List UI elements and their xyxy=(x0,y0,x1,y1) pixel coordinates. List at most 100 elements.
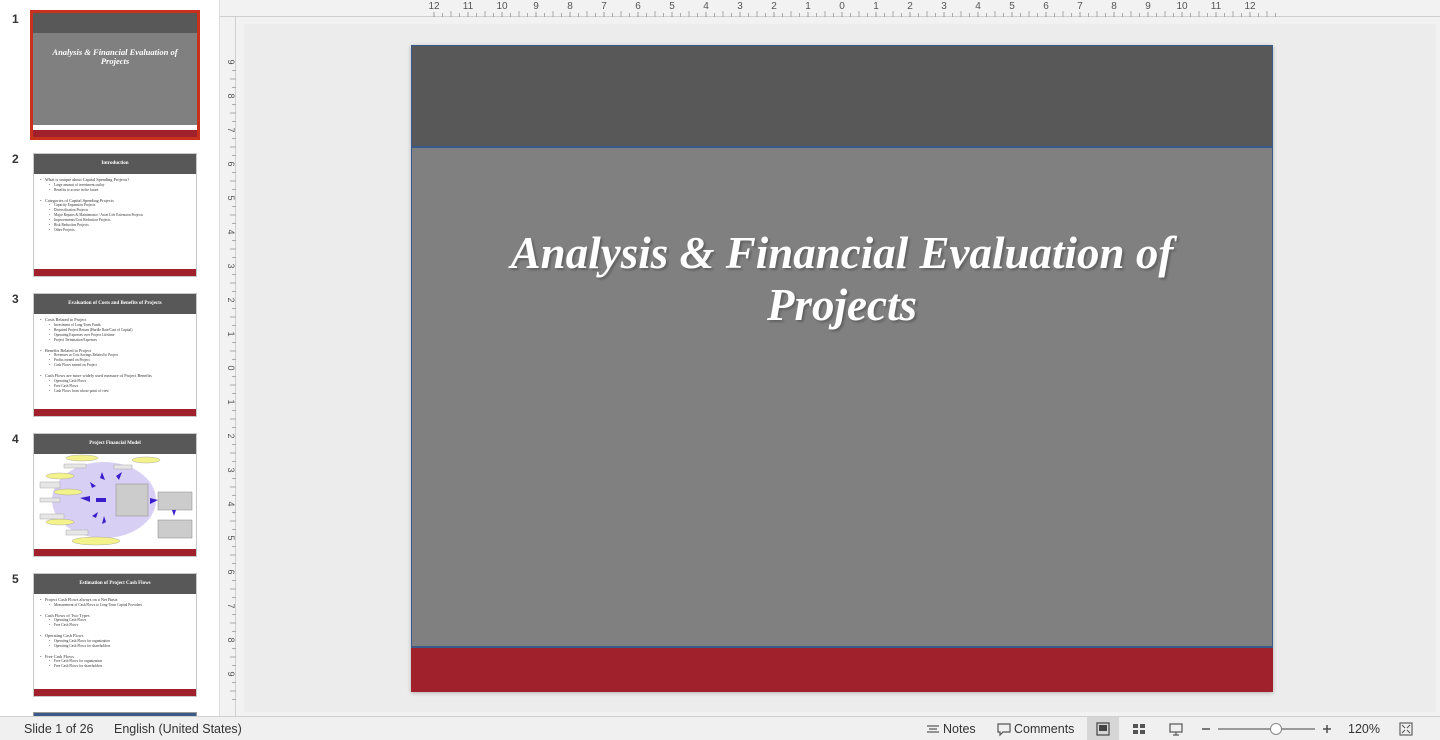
presenter-view-icon xyxy=(1169,723,1183,736)
ruler-label: 9 xyxy=(226,671,236,676)
slide-thumbnail-5[interactable]: Estimation of Project Cash Flows Project… xyxy=(33,573,197,697)
thumbnail-footer-band xyxy=(34,409,196,416)
comments-button[interactable]: Comments xyxy=(996,717,1078,740)
sub-bullet-item: Cash Flows earned on Project xyxy=(39,363,192,368)
normal-view-icon xyxy=(1096,722,1110,736)
ruler-label: 0 xyxy=(226,365,236,370)
thumbnail-footer-band xyxy=(34,549,196,556)
thumbnail-footer-band xyxy=(34,689,196,696)
sub-bullet-item: Measurement of Cash Flows to Long-Term C… xyxy=(39,603,192,608)
ruler-label: 10 xyxy=(496,1,508,12)
ruler-label: 4 xyxy=(226,501,236,506)
ruler-label: 1 xyxy=(226,331,236,336)
slide-thumbnail-4[interactable]: Project Financial Model xyxy=(33,433,197,557)
fit-to-window-icon[interactable] xyxy=(1398,721,1414,737)
slide-footer-band xyxy=(411,648,1273,692)
sub-bullet-item: Cash Flows from whose point of view xyxy=(39,389,192,394)
status-bar: Slide 1 of 26 English (United States) No… xyxy=(0,716,1440,740)
current-slide[interactable]: Analysis & Financial Evaluation of Proje… xyxy=(411,45,1273,692)
ruler-label: 8 xyxy=(226,93,236,98)
zoom-out-icon[interactable] xyxy=(1198,721,1214,737)
presenter-view-button[interactable] xyxy=(1164,717,1188,740)
ruler-label: 5 xyxy=(1009,1,1015,12)
ruler-label: 7 xyxy=(1077,1,1083,12)
slide-sorter-icon xyxy=(1133,724,1145,734)
ruler-label: 2 xyxy=(907,1,913,12)
slide-title-line-1: Analysis & Financial Evaluation of xyxy=(510,228,1174,278)
ruler-label: 5 xyxy=(226,535,236,540)
ruler-label: 5 xyxy=(226,195,236,200)
ruler-label: 3 xyxy=(941,1,947,12)
ruler-label: 0 xyxy=(839,1,845,12)
financial-model-diagram-picture xyxy=(39,454,193,546)
sub-bullet-item: Project Termination Expenses xyxy=(39,338,192,343)
thumbnail-footer-band xyxy=(33,130,197,137)
slide-thumbnail-3[interactable]: Evaluation of Costs and Benefits of Proj… xyxy=(33,293,197,417)
thumbnail-bullets: Project Cash Flows always on a Net Basis… xyxy=(39,597,192,669)
ruler-label: 11 xyxy=(1211,1,1222,12)
ruler-label: 2 xyxy=(226,433,236,438)
ruler-label: 5 xyxy=(669,1,675,12)
slide-counter: Slide 1 of 26 xyxy=(24,722,94,736)
slide-sorter-button[interactable] xyxy=(1127,717,1151,740)
sub-bullet-item: Operating Cash Flows for shareholders xyxy=(39,644,192,649)
ruler-label: 9 xyxy=(226,59,236,64)
ruler-label: 8 xyxy=(567,1,573,12)
horizontal-ruler[interactable]: 12 11 10 9 8 7 6 5 4 3 2 1 0 1 2 3 4 5 6 7 8 9 10 11 12 xyxy=(244,0,1440,17)
ruler-label: 3 xyxy=(226,263,236,268)
ruler-label: 6 xyxy=(635,1,641,12)
ruler-label: 7 xyxy=(601,1,607,12)
ruler-label: 8 xyxy=(226,637,236,642)
ruler-label: 1 xyxy=(226,399,236,404)
ruler-label: 10 xyxy=(1176,1,1188,12)
thumbnail-number: 3 xyxy=(12,292,19,306)
zoom-slider-track[interactable] xyxy=(1218,728,1315,730)
slide-thumbnail-2[interactable]: Introduction What is unique about Capita… xyxy=(33,153,197,277)
thumbnail-title: Project Financial Model xyxy=(34,434,196,454)
comments-label: Comments xyxy=(1014,722,1075,736)
ruler-label: 6 xyxy=(1043,1,1049,12)
ruler-label: 2 xyxy=(226,297,236,302)
thumbnail-title: Estimation of Project Cash Flows xyxy=(34,574,196,594)
ruler-label: 12 xyxy=(428,1,440,12)
ruler-label: 4 xyxy=(975,1,981,12)
thumbnail-title: Analysis & Financial Evaluation of Proje… xyxy=(52,47,178,66)
thumbnail-number: 4 xyxy=(12,432,19,446)
thumbnail-footer-band xyxy=(34,269,196,276)
zoom-in-icon[interactable] xyxy=(1319,721,1335,737)
horizontal-ruler-ticks: 12 11 10 9 8 7 6 5 4 3 2 1 0 1 2 3 4 5 6 7 8 9 10 11 12 xyxy=(428,1,1276,17)
thumbnail-header-band xyxy=(33,13,197,33)
ruler-label: 6 xyxy=(226,569,236,574)
ruler-label: 4 xyxy=(226,229,236,234)
notes-button[interactable]: Notes xyxy=(925,717,983,740)
ruler-label: 2 xyxy=(771,1,777,12)
ruler-label: 11 xyxy=(463,1,474,12)
ruler-corner xyxy=(220,0,244,17)
vertical-ruler-ticks: 9 8 7 6 5 4 3 2 1 0 1 2 3 4 5 6 7 8 9 xyxy=(226,59,236,700)
slide-thumbnail-1[interactable]: Analysis & Financial Evaluation of Proje… xyxy=(30,10,200,140)
thumbnail-number: 1 xyxy=(12,12,19,26)
slide-thumbnail-pane[interactable]: 1 Analysis & Financial Evaluation of Pro… xyxy=(0,0,220,716)
normal-view-button[interactable] xyxy=(1087,717,1119,740)
thumbnail-bullets: What is unique about Capital Spending Pr… xyxy=(39,177,192,233)
thumbnail-number: 2 xyxy=(12,152,19,166)
language-indicator[interactable]: English (United States) xyxy=(114,722,242,736)
ruler-label: 4 xyxy=(703,1,709,12)
notes-icon xyxy=(927,725,939,733)
sub-bullet-item: Free Cash Flows xyxy=(39,623,192,628)
sub-bullet-item: Free Cash Flows for shareholders xyxy=(39,664,192,669)
thumbnail-number: 5 xyxy=(12,572,19,586)
thumbnail-title: Evaluation of Costs and Benefits of Proj… xyxy=(34,294,196,314)
ruler-label: 9 xyxy=(533,1,539,12)
thumbnail-diagram xyxy=(34,454,196,550)
ruler-label: 8 xyxy=(1111,1,1117,12)
zoom-percentage[interactable]: 120% xyxy=(1348,722,1380,736)
zoom-slider-thumb[interactable] xyxy=(1270,723,1283,735)
sub-bullet-item: Other Projects xyxy=(39,228,192,233)
ruler-label: 1 xyxy=(873,1,879,12)
slide-title-textbox[interactable]: Analysis & Financial Evaluation of Proje… xyxy=(451,227,1233,331)
slide-body-area xyxy=(411,148,1273,648)
slide-header-band xyxy=(411,45,1273,148)
sub-bullet-item: Benefits to accrue in the future xyxy=(39,188,192,193)
vertical-ruler[interactable]: 9 8 7 6 5 4 3 2 1 0 1 2 3 4 5 6 7 8 9 xyxy=(220,17,236,716)
